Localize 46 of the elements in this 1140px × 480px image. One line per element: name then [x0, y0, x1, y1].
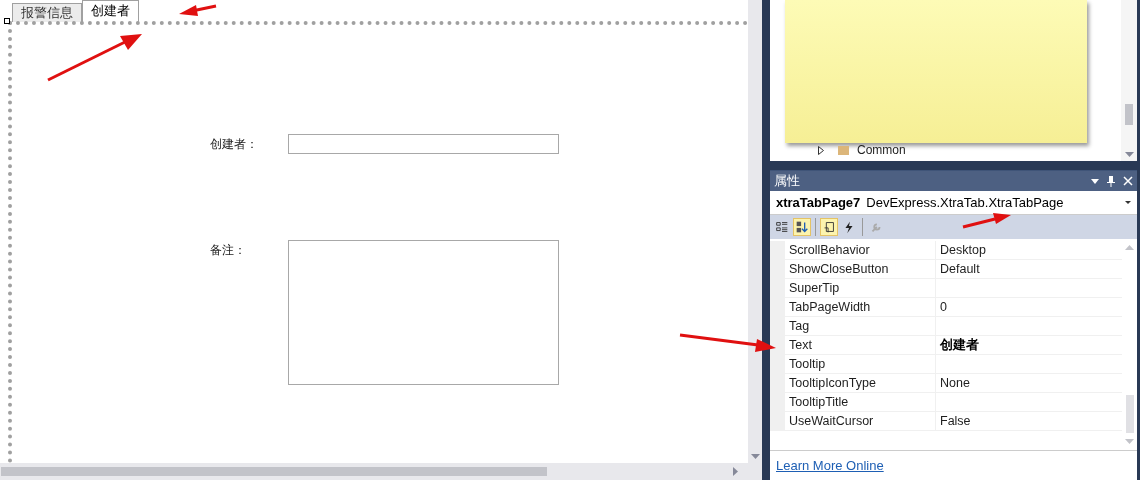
- memo-field[interactable]: [288, 240, 559, 385]
- sort-icon[interactable]: [793, 218, 811, 236]
- scrollbar-thumb[interactable]: [1125, 104, 1133, 125]
- annotation-arrow: [962, 213, 1011, 229]
- property-name[interactable]: Text: [785, 336, 936, 354]
- input-field[interactable]: [288, 134, 559, 154]
- annotation-arrow: [179, 4, 217, 16]
- caret-icon: [1125, 201, 1131, 204]
- property-name[interactable]: TabPageWidth: [785, 298, 936, 316]
- scroll-up-icon[interactable]: [1125, 245, 1134, 250]
- property-value[interactable]: None: [936, 374, 970, 392]
- property-name[interactable]: ShowCloseButton: [785, 260, 936, 278]
- toolbox-category[interactable]: Common: [857, 141, 906, 159]
- scroll-down-icon[interactable]: [750, 454, 760, 459]
- scroll-down-icon[interactable]: [1124, 152, 1134, 157]
- folder-icon: [838, 145, 849, 155]
- property-name[interactable]: SuperTip: [785, 279, 936, 297]
- scroll-right-icon[interactable]: [733, 467, 738, 476]
- expand-icon[interactable]: [818, 145, 824, 155]
- dropdown-icon[interactable]: [1091, 178, 1099, 184]
- property-value[interactable]: 创建者: [936, 336, 979, 354]
- tab[interactable]: 创建者: [82, 0, 139, 22]
- learn-more-link[interactable]: Learn More Online: [776, 455, 884, 476]
- field-label: 创建者：: [210, 136, 259, 153]
- panel-title: 属性: [774, 172, 800, 191]
- object-name: xtraTabPage7: [776, 193, 861, 212]
- property-name[interactable]: TooltipTitle: [785, 393, 936, 411]
- property-page-icon[interactable]: [820, 218, 838, 236]
- scrollbar-thumb[interactable]: [1125, 395, 1134, 433]
- object-type: DevExpress.XtraTab.XtraTabPage: [866, 193, 1064, 212]
- property-value[interactable]: Desktop: [936, 241, 986, 259]
- close-icon[interactable]: [1123, 176, 1133, 186]
- resize-handle[interactable]: [4, 18, 10, 24]
- property-name[interactable]: Tooltip: [785, 355, 936, 373]
- property-name[interactable]: UseWaitCursor: [785, 412, 936, 430]
- property-value[interactable]: Default: [936, 260, 980, 278]
- scroll-down-icon[interactable]: [1125, 439, 1134, 444]
- horizontal-scrollbar-thumb[interactable]: [1, 467, 547, 476]
- pin-icon[interactable]: [1107, 175, 1115, 187]
- property-value[interactable]: False: [936, 412, 971, 430]
- property-name[interactable]: ScrollBehavior: [785, 241, 936, 259]
- tab[interactable]: 报警信息: [12, 3, 82, 22]
- property-name[interactable]: Tag: [785, 317, 936, 335]
- property-value[interactable]: 0: [936, 298, 947, 316]
- field-label: 备注：: [210, 242, 247, 259]
- property-name[interactable]: TooltipIconType: [785, 374, 936, 392]
